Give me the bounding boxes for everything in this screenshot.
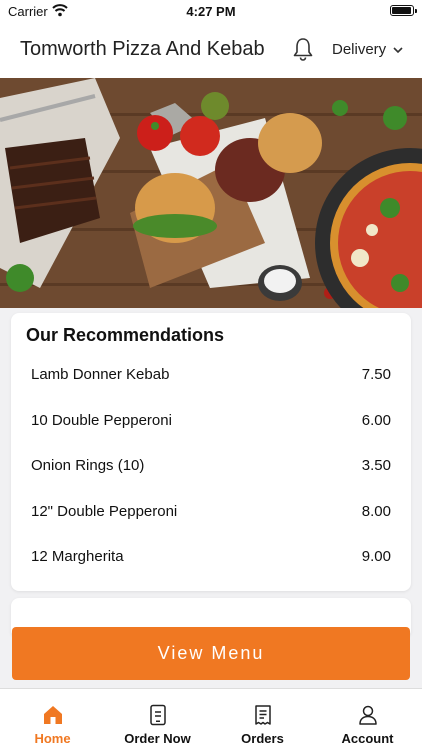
recommendations-card: Our Recommendations Lamb Donner Kebab 7.… <box>11 313 411 591</box>
list-item[interactable]: 12" Double Pepperoni 8.00 <box>11 488 411 534</box>
tab-label: Orders <box>241 731 284 746</box>
home-icon <box>44 706 62 724</box>
bottom-tab-bar: Home Order Now Orders Account <box>0 688 422 750</box>
tab-label: Account <box>341 731 394 746</box>
status-bar: Carrier 4:27 PM <box>0 0 422 22</box>
item-price: 8.00 <box>361 502 391 520</box>
order-mode-selector[interactable]: Delivery <box>332 41 386 58</box>
list-item[interactable]: Lamb Donner Kebab 7.50 <box>11 351 411 397</box>
item-name: 10 Double Pepperoni <box>31 411 172 429</box>
app-header: Tomworth Pizza And Kebab Delivery <box>0 22 422 78</box>
item-price: 3.50 <box>361 457 391 474</box>
view-menu-button[interactable]: View Menu <box>12 627 410 680</box>
item-name: Lamb Donner Kebab <box>31 366 170 383</box>
chevron-down-icon[interactable] <box>392 44 404 56</box>
receipt-icon <box>255 705 271 725</box>
tab-order-now[interactable]: Order Now <box>105 689 210 750</box>
recommendations-heading: Our Recommendations <box>26 325 225 345</box>
recommendations-list: Lamb Donner Kebab 7.50 10 Double Peppero… <box>11 351 411 579</box>
item-name: 12" Double Pepperoni <box>31 502 178 520</box>
account-icon <box>359 705 377 725</box>
tab-orders[interactable]: Orders <box>210 689 315 750</box>
item-price: 6.00 <box>361 411 391 429</box>
restaurant-title: Tomworth Pizza And Kebab <box>20 38 265 60</box>
tab-label: Order Now <box>124 731 191 746</box>
list-item[interactable]: Onion Rings (10) 3.50 <box>11 442 411 488</box>
list-item[interactable]: 12 Margherita 9.00 <box>11 533 411 579</box>
tab-label: Home <box>34 731 71 746</box>
tab-account[interactable]: Account <box>315 689 420 750</box>
battery-icon <box>390 5 417 16</box>
order-icon <box>150 704 166 726</box>
item-price: 7.50 <box>361 366 391 383</box>
bell-icon[interactable] <box>290 36 316 62</box>
clock: 4:27 PM <box>186 4 236 19</box>
item-name: 12 Margherita <box>31 548 124 565</box>
list-item[interactable]: 10 Double Pepperoni 6.00 <box>11 397 411 443</box>
hero-food-image <box>0 78 422 308</box>
item-name: Onion Rings (10) <box>31 457 145 474</box>
item-price: 9.00 <box>361 548 391 565</box>
tab-home[interactable]: Home <box>0 689 105 750</box>
